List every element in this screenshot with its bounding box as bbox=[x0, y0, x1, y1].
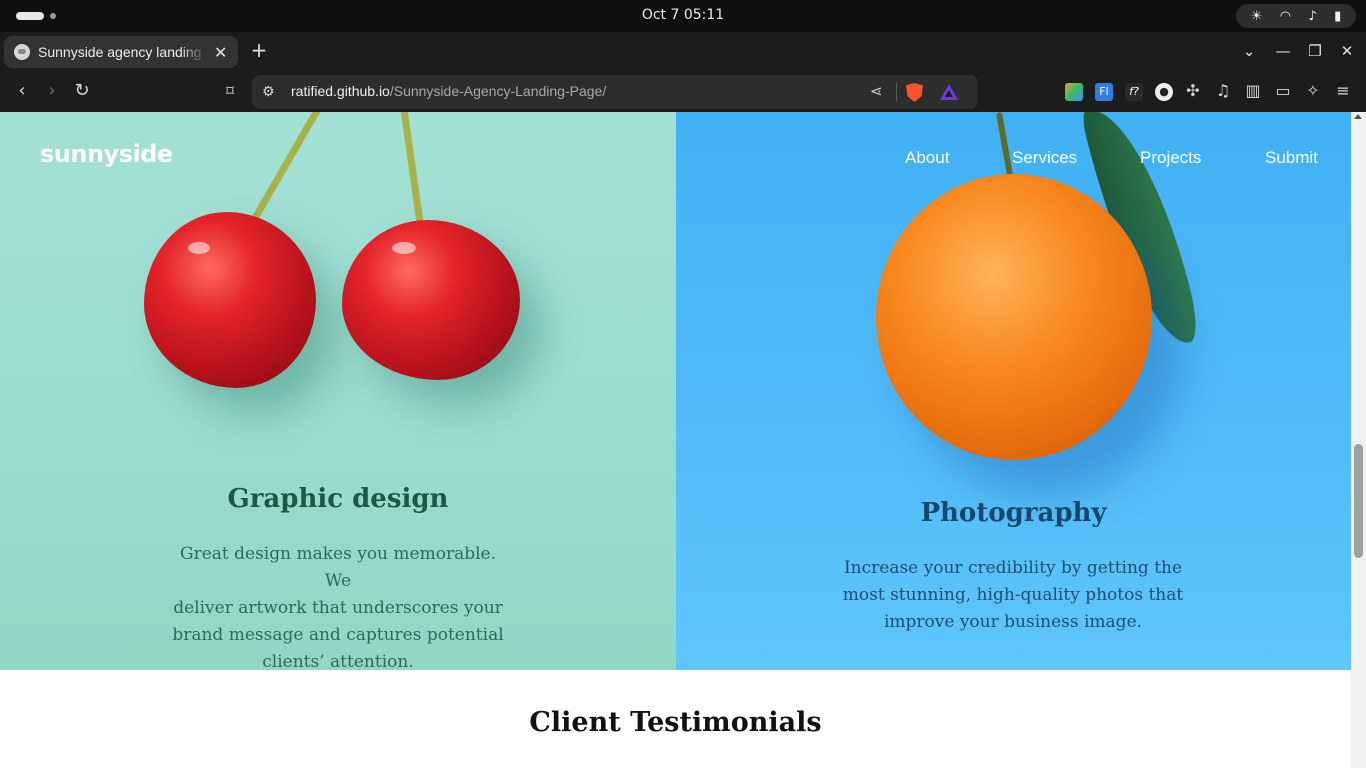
brave-rewards-icon[interactable] bbox=[940, 84, 958, 100]
photography-panel: Photography Increase your credibility by… bbox=[676, 112, 1351, 670]
url-path: /Sunnyside-Agency-Landing-Page/ bbox=[389, 83, 607, 99]
minimize-button[interactable]: — bbox=[1273, 42, 1293, 60]
extensions-puzzle-icon[interactable]: ✣ bbox=[1183, 81, 1203, 100]
cherry-image-right bbox=[342, 220, 520, 380]
scrollbar-thumb[interactable] bbox=[1354, 444, 1363, 558]
cherry-highlight bbox=[188, 242, 210, 254]
orange-image bbox=[876, 174, 1152, 460]
extension-circle-icon[interactable]: ● bbox=[1155, 83, 1173, 101]
photography-description: Increase your credibility by getting the… bbox=[838, 555, 1188, 636]
orange-stem bbox=[995, 112, 1015, 182]
reload-button[interactable]: ↻ bbox=[71, 80, 93, 101]
volume-icon: ♪ bbox=[1308, 8, 1317, 24]
os-top-bar: Oct 7 05:11 ☀ ◠ ♪ ▮ bbox=[0, 0, 1366, 32]
nav-link-about[interactable]: About bbox=[905, 148, 949, 168]
bookmark-icon[interactable]: ⌑ bbox=[219, 82, 241, 100]
url-host: ratified.github.io bbox=[291, 83, 390, 99]
browser-tab[interactable]: Sunnyside agency landing page ✕ bbox=[4, 36, 238, 68]
close-window-button[interactable]: ✕ bbox=[1337, 42, 1357, 60]
extension-fi-icon[interactable]: Fl bbox=[1095, 83, 1113, 101]
battery-icon: ▮ bbox=[1334, 8, 1342, 24]
address-bar-divider bbox=[896, 83, 897, 101]
photography-title: Photography bbox=[920, 498, 1107, 528]
description-line: Great design makes you memorable. We bbox=[180, 544, 496, 591]
description-line: clients’ attention. bbox=[262, 652, 414, 670]
extension-formula-icon[interactable]: f? bbox=[1125, 83, 1143, 101]
tab-search-chevron-icon[interactable]: ⌄ bbox=[1239, 42, 1259, 60]
description-line: most stunning, high-quality photos that bbox=[842, 585, 1184, 605]
tab-favicon-icon bbox=[14, 44, 30, 60]
description-line: deliver artwork that underscores your bbox=[173, 598, 503, 618]
scroll-up-arrow-icon[interactable] bbox=[1354, 114, 1362, 119]
sidebar-toggle-icon[interactable]: ▥ bbox=[1243, 81, 1263, 100]
graphic-design-title: Graphic design bbox=[227, 484, 449, 514]
back-button[interactable]: ‹ bbox=[11, 80, 33, 101]
graphic-design-description: Great design makes you memorable. We del… bbox=[165, 541, 511, 670]
page-viewport: sunnyside Graphic design Great design ma… bbox=[0, 112, 1366, 768]
wallet-icon[interactable]: ▭ bbox=[1273, 81, 1293, 100]
site-logo[interactable]: sunnyside bbox=[40, 140, 173, 168]
nav-link-projects[interactable]: Projects bbox=[1140, 148, 1201, 168]
nav-link-services[interactable]: Services bbox=[1012, 148, 1077, 168]
maximize-button[interactable]: ❐ bbox=[1305, 42, 1325, 60]
leo-ai-icon[interactable]: ✧ bbox=[1303, 81, 1323, 100]
extension-colorful-icon[interactable] bbox=[1065, 83, 1083, 101]
wifi-icon: ◠ bbox=[1279, 8, 1292, 24]
share-icon[interactable]: ⋖ bbox=[870, 82, 883, 100]
site-info-icon[interactable]: ⚙ bbox=[262, 84, 275, 100]
description-line: brand message and captures potential bbox=[172, 625, 504, 645]
media-music-icon[interactable]: ♫ bbox=[1213, 81, 1233, 100]
cherry-stem bbox=[400, 112, 424, 225]
cherry-highlight bbox=[392, 242, 416, 254]
tab-close-icon[interactable]: ✕ bbox=[214, 43, 227, 62]
main-menu-icon[interactable]: ≡ bbox=[1333, 81, 1353, 100]
system-clock[interactable]: Oct 7 05:11 bbox=[0, 7, 1366, 23]
description-line: Increase your credibility by getting the bbox=[843, 558, 1183, 578]
graphic-design-panel: sunnyside Graphic design Great design ma… bbox=[0, 112, 676, 670]
cherry-image-left bbox=[144, 212, 316, 388]
description-line: improve your business image. bbox=[883, 612, 1143, 632]
nav-link-submit[interactable]: Submit bbox=[1265, 148, 1318, 168]
url-text[interactable]: ratified.github.io/Sunnyside-Agency-Land… bbox=[291, 83, 606, 99]
page-scrollbar[interactable] bbox=[1351, 112, 1366, 768]
forward-button[interactable]: › bbox=[41, 80, 63, 101]
testimonials-heading: Client Testimonials bbox=[529, 707, 822, 738]
system-status-menu[interactable]: ☀ ◠ ♪ ▮ bbox=[1236, 4, 1356, 28]
new-tab-button[interactable]: + bbox=[249, 38, 269, 62]
tab-title: Sunnyside agency landing page bbox=[38, 44, 206, 60]
brightness-icon: ☀ bbox=[1250, 8, 1263, 24]
